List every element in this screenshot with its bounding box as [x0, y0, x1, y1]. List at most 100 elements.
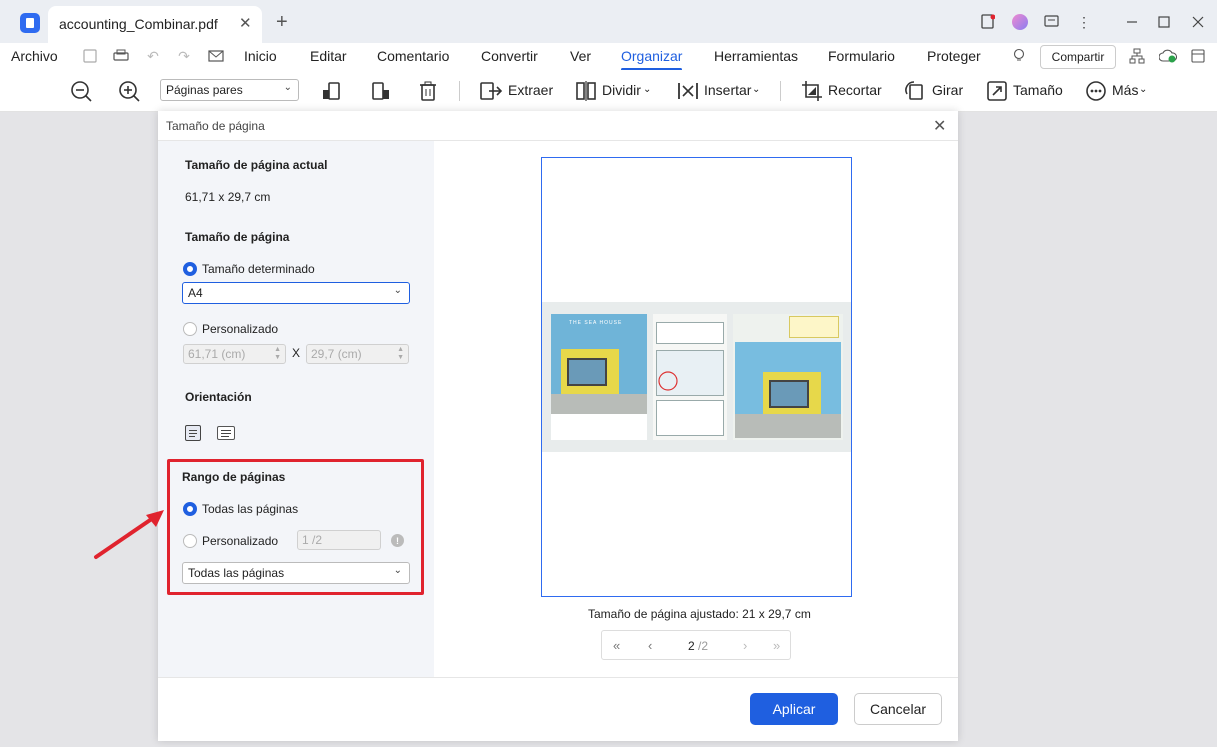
more-vertical-icon[interactable]: ⋮ [1074, 12, 1094, 32]
dimension-separator: X [292, 346, 301, 360]
cancel-button[interactable]: Cancelar [854, 693, 942, 725]
preview-page-image [733, 314, 843, 440]
more-chevron-icon[interactable]: ⌄ [1139, 84, 1147, 95]
page-total: /2 [698, 639, 709, 653]
crop-icon[interactable] [800, 79, 824, 103]
zoom-in-icon[interactable] [117, 79, 141, 103]
organize-toolbar: Páginas pares ⌄ Extraer Dividir ⌄ Insert… [0, 70, 1217, 112]
chevron-down-icon: ⌄ [393, 285, 402, 296]
menu-editar[interactable]: Editar [310, 48, 347, 64]
document-tab[interactable]: accounting_Combinar.pdf ✕ [48, 6, 262, 43]
more-icon[interactable] [1084, 79, 1108, 103]
notification-icon[interactable] [978, 12, 998, 32]
lightbulb-icon[interactable] [1009, 46, 1029, 66]
width-placeholder: 61,71 (cm) [188, 347, 246, 361]
rotate-left-icon[interactable] [320, 79, 344, 103]
toolbar-divider [459, 81, 460, 101]
mail-icon[interactable] [206, 46, 226, 66]
stepper-icon: ▲ ▼ [274, 346, 281, 361]
apply-button[interactable]: Aplicar [750, 693, 838, 725]
preview-spread: THE SEA HOUSE [542, 302, 851, 452]
menu-formulario[interactable]: Formulario [828, 48, 895, 64]
share-button[interactable]: Compartir [1040, 45, 1116, 69]
width-input[interactable]: 61,71 (cm) ▲ ▼ [183, 344, 286, 364]
page-size-dialog: Tamaño de página ✕ Tamaño de página actu… [158, 111, 958, 741]
menu-comentario[interactable]: Comentario [377, 48, 449, 64]
toolbar-divider [780, 81, 781, 101]
menu-ver[interactable]: Ver [570, 48, 591, 64]
save-icon[interactable] [80, 46, 100, 66]
new-tab-icon[interactable]: + [276, 11, 288, 34]
insert-label[interactable]: Insertar [704, 82, 751, 98]
page-filter-select[interactable]: Páginas pares ⌄ [160, 79, 299, 101]
custom-size-label: Personalizado [202, 322, 279, 336]
page-number[interactable]: 2 [688, 639, 695, 653]
split-chevron-icon[interactable]: ⌄ [643, 84, 651, 95]
page-preview: THE SEA HOUSE [541, 157, 852, 597]
portrait-icon[interactable] [185, 425, 201, 441]
dialog-header: Tamaño de página ✕ [158, 111, 958, 141]
workflow-icon[interactable] [1127, 46, 1147, 66]
next-page-icon[interactable]: › [743, 638, 747, 653]
tab-title: accounting_Combinar.pdf [59, 16, 218, 32]
extract-label[interactable]: Extraer [508, 82, 553, 98]
undo-icon[interactable]: ↶ [143, 46, 163, 66]
panel-icon[interactable] [1188, 46, 1208, 66]
menu-proteger[interactable]: Proteger [927, 48, 981, 64]
settings-panel: Tamaño de página actual 61,71 x 29,7 cm … [158, 141, 434, 677]
cloud-sync-icon[interactable] [1158, 46, 1178, 66]
last-page-icon[interactable]: » [773, 638, 780, 653]
height-placeholder: 29,7 (cm) [311, 347, 362, 361]
rotate-label[interactable]: Girar [932, 82, 963, 98]
orientation-label: Orientación [185, 390, 252, 404]
menu-archivo[interactable]: Archivo [11, 48, 58, 64]
split-label[interactable]: Dividir [602, 82, 641, 98]
preview-page-title: THE SEA HOUSE [569, 320, 623, 326]
page-range-highlight [167, 459, 424, 595]
minimize-icon[interactable] [1122, 12, 1142, 32]
app-logo-icon [20, 13, 40, 33]
split-icon[interactable] [574, 79, 598, 103]
page-navigator: « ‹ 2 /2 › » [601, 630, 791, 660]
delete-icon[interactable] [416, 79, 440, 103]
title-bar: accounting_Combinar.pdf ✕ + ⋮ [0, 0, 1217, 43]
avatar[interactable] [1010, 12, 1030, 32]
chevron-down-icon: ⌄ [283, 82, 292, 93]
insert-chevron-icon[interactable]: ⌄ [752, 84, 760, 95]
preview-page-image: THE SEA HOUSE [551, 314, 647, 440]
dialog-footer: Aplicar Cancelar [158, 677, 958, 741]
prev-page-icon[interactable]: ‹ [648, 638, 652, 653]
more-label[interactable]: Más [1112, 82, 1138, 98]
menu-herramientas[interactable]: Herramientas [714, 48, 798, 64]
extract-icon[interactable] [479, 79, 503, 103]
menu-inicio[interactable]: Inicio [244, 48, 277, 64]
close-icon[interactable]: ✕ [933, 116, 946, 136]
custom-size-radio[interactable] [183, 322, 197, 336]
crop-label[interactable]: Recortar [828, 82, 882, 98]
landscape-icon[interactable] [217, 426, 235, 440]
rotate-icon[interactable] [903, 79, 927, 103]
fixed-size-value: A4 [188, 286, 203, 300]
print-icon[interactable] [111, 46, 131, 66]
rotate-right-icon[interactable] [369, 79, 393, 103]
resize-icon[interactable] [985, 79, 1009, 103]
dialog-title: Tamaño de página [166, 119, 265, 133]
menu-convertir[interactable]: Convertir [481, 48, 538, 64]
chat-icon[interactable] [1042, 12, 1062, 32]
resize-label[interactable]: Tamaño [1013, 82, 1063, 98]
fixed-size-radio[interactable] [183, 262, 197, 276]
maximize-icon[interactable] [1154, 12, 1174, 32]
first-page-icon[interactable]: « [613, 638, 620, 653]
current-size-label: Tamaño de página actual [185, 158, 328, 172]
redo-icon[interactable]: ↷ [174, 46, 194, 66]
menu-bar: Archivo ↶ ↷ Inicio Editar Comentario Con… [0, 43, 1217, 71]
height-input[interactable]: 29,7 (cm) ▲ ▼ [306, 344, 409, 364]
menu-organizar[interactable]: Organizar [621, 48, 683, 71]
zoom-out-icon[interactable] [69, 79, 93, 103]
close-window-icon[interactable] [1188, 12, 1208, 32]
fixed-size-select[interactable]: A4 ⌄ [182, 282, 410, 304]
current-size-value: 61,71 x 29,7 cm [185, 190, 271, 204]
close-tab-icon[interactable]: ✕ [239, 14, 252, 32]
fixed-size-label: Tamaño determinado [202, 262, 315, 276]
insert-icon[interactable] [676, 79, 700, 103]
